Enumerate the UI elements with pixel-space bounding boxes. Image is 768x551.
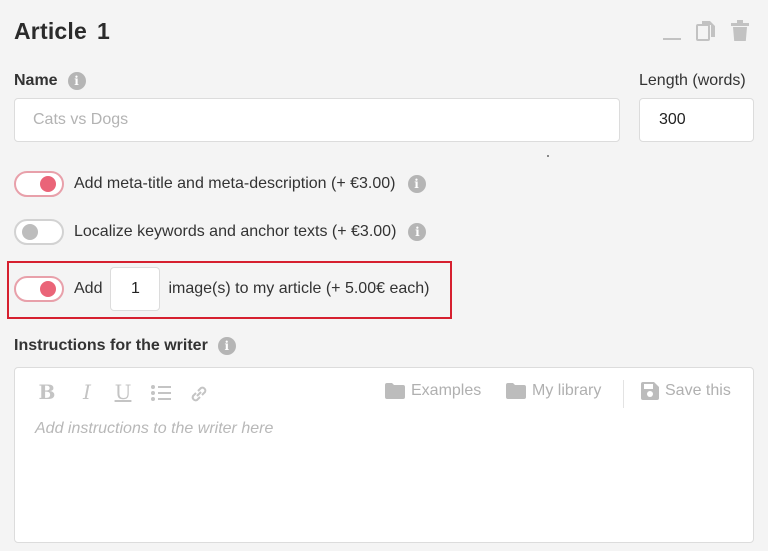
article-title-label: Article	[14, 18, 87, 44]
examples-button[interactable]: Examples	[385, 382, 481, 400]
length-label: Length (words)	[639, 72, 746, 89]
minimize-icon[interactable]	[662, 21, 682, 41]
trash-icon[interactable]	[730, 20, 750, 42]
save-this-button[interactable]: Save this	[641, 382, 731, 400]
images-suffix: image(s) to my article (+ 5.00€ each)	[168, 280, 430, 297]
folder-icon	[385, 383, 405, 399]
meta-option-row: Add meta-title and meta-description (+ €…	[14, 171, 426, 197]
instructions-editor[interactable]: B I U Examples My library Save this Add …	[14, 367, 754, 543]
localize-option-row: Localize keywords and anchor texts (+ €3…	[14, 219, 427, 245]
link-icon[interactable]	[187, 383, 211, 411]
images-option-row: Add 1 image(s) to my article (+ 5.00€ ea…	[14, 267, 429, 311]
name-info-icon[interactable]: i	[67, 72, 86, 90]
my-library-button[interactable]: My library	[506, 382, 601, 400]
italic-button[interactable]: I	[75, 380, 99, 404]
length-label-row: Length (words)	[639, 72, 746, 90]
stray-dot	[547, 155, 549, 157]
name-label: Name	[14, 72, 58, 89]
article-number: 1	[96, 18, 110, 44]
bullet-list-icon[interactable]	[149, 383, 173, 409]
localize-option-label: Localize keywords and anchor texts (+ €3…	[74, 223, 397, 240]
meta-info-icon[interactable]: i	[407, 175, 426, 193]
folder-icon	[506, 383, 526, 399]
examples-label: Examples	[411, 382, 482, 399]
article-title: Article 1	[14, 18, 110, 45]
meta-option-label: Add meta-title and meta-description (+ €…	[74, 175, 396, 192]
editor-toolbar: B I U Examples My library Save this	[15, 380, 753, 410]
name-input[interactable]: Cats vs Dogs	[14, 98, 620, 142]
toggle-knob	[40, 281, 56, 297]
instructions-info-icon[interactable]: i	[217, 337, 236, 355]
length-input[interactable]: 300	[639, 98, 754, 142]
my-library-label: My library	[532, 382, 602, 399]
name-label-row: Name i	[14, 72, 86, 90]
save-this-label: Save this	[665, 382, 731, 399]
save-icon	[641, 382, 659, 400]
article-actions	[662, 20, 750, 42]
duplicate-icon[interactable]	[696, 20, 716, 42]
image-count-input[interactable]: 1	[110, 267, 161, 311]
toggle-knob	[22, 224, 38, 240]
bold-button[interactable]: B	[35, 380, 59, 404]
toolbar-divider	[623, 380, 624, 408]
meta-toggle[interactable]	[14, 171, 64, 197]
toggle-knob	[40, 176, 56, 192]
instructions-label: Instructions for the writer	[14, 337, 208, 354]
localize-toggle[interactable]	[14, 219, 64, 245]
images-prefix: Add	[74, 280, 103, 297]
instructions-placeholder: Add instructions to the writer here	[35, 420, 274, 437]
instructions-label-row: Instructions for the writer i	[14, 337, 236, 355]
images-toggle[interactable]	[14, 276, 64, 302]
localize-info-icon[interactable]: i	[408, 223, 427, 241]
underline-button[interactable]: U	[111, 380, 135, 404]
